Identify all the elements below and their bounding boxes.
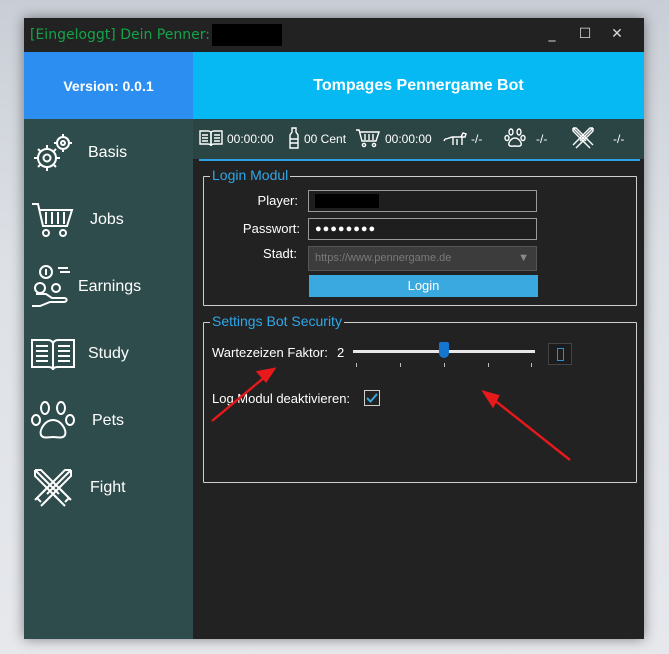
arrow-right-head (481, 389, 500, 409)
arrow-left (211, 375, 267, 422)
annotation-arrows (211, 367, 571, 461)
arrow-right (492, 398, 571, 461)
